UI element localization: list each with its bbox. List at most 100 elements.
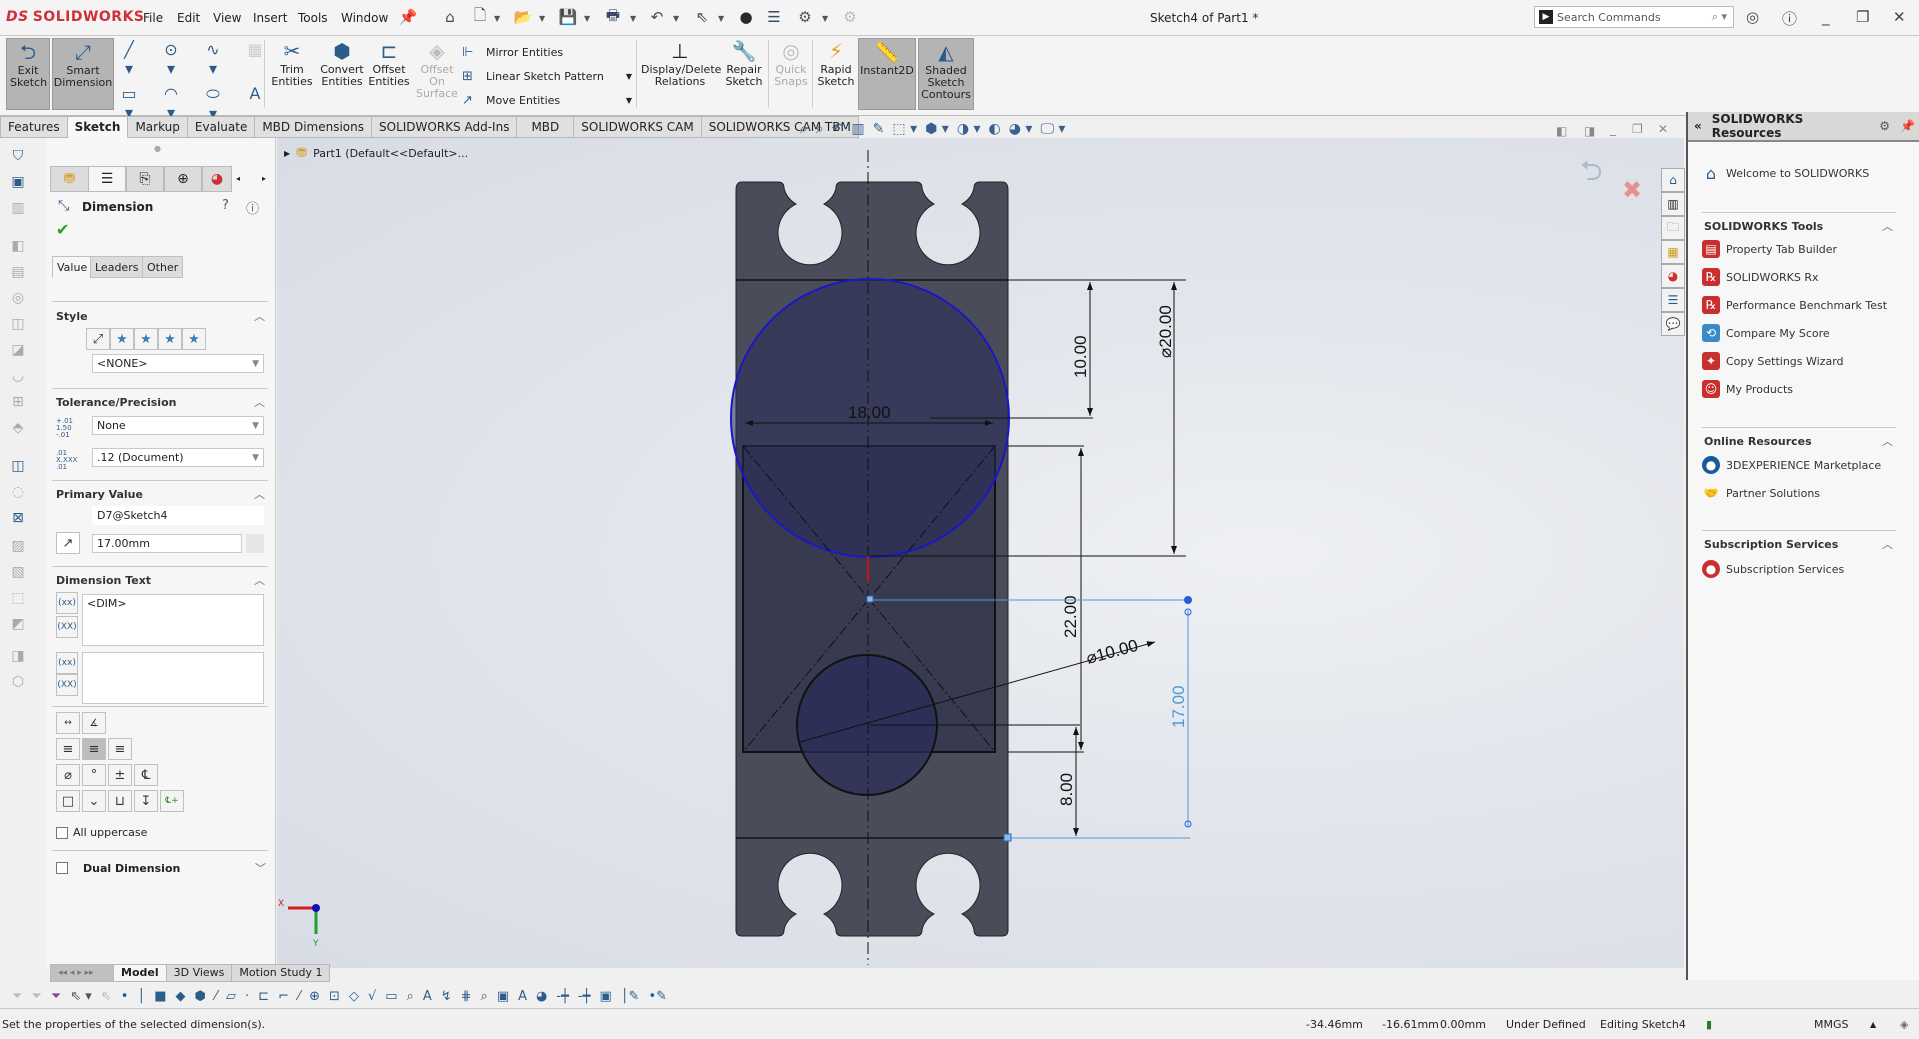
reference-geometry-icon[interactable]: ◫	[8, 458, 28, 478]
trim-entities-button[interactable]: ✂ Trim Entities	[270, 38, 314, 110]
expand-dual-dimension-icon[interactable]: ﹀	[255, 860, 266, 876]
value-spinner[interactable]	[246, 534, 264, 553]
appearances-icon[interactable]: ◕	[1661, 264, 1685, 288]
rebuild-status-icon[interactable]: ▮	[1706, 1018, 1712, 1031]
search-icon[interactable]: ⌕ ▾	[1712, 10, 1727, 24]
plane-tool-icon[interactable]: ▦	[246, 40, 264, 78]
menu-tools[interactable]: Tools	[298, 11, 328, 25]
add-parentheses-icon[interactable]: (xx)	[56, 652, 78, 674]
section-solidworks-tools[interactable]: SOLIDWORKS Tools	[1704, 220, 1823, 233]
zoom-to-fit-icon[interactable]: ⌕	[800, 121, 808, 137]
filter-routing-points-icon[interactable]: ◕	[536, 989, 547, 1004]
menu-view[interactable]: View	[213, 11, 241, 25]
file-explorer-icon[interactable]: 🗀	[1661, 216, 1685, 240]
instant3d-icon[interactable]: ⊠	[8, 510, 28, 530]
property-tab-builder-link[interactable]: ▤ Property Tab Builder	[1702, 240, 1837, 258]
feature-tree-flyout[interactable]: ▶ ⛃ Part1 (Default<<Default>...	[284, 146, 468, 161]
menu-edit[interactable]: Edit	[177, 11, 200, 25]
select-icon[interactable]: ⇖	[692, 7, 712, 27]
smart-dimension-button[interactable]: ⤢ Smart Dimension	[52, 38, 114, 110]
revolved-boss-icon[interactable]: ▣	[8, 174, 28, 194]
file-properties-icon[interactable]: ☰	[764, 7, 784, 27]
menu-window[interactable]: Window	[341, 11, 388, 25]
add-parentheses-icon[interactable]: (xx)	[56, 592, 78, 614]
exit-sketch-button[interactable]: ⮌ Exit Sketch	[6, 38, 50, 110]
addins-icon[interactable]: ⚙	[840, 7, 860, 27]
filter-midpoints-icon[interactable]: ⌐	[278, 989, 289, 1004]
dim-dist-bottom[interactable]: 8.00	[1057, 773, 1076, 806]
compare-my-score-link[interactable]: ⟲ Compare My Score	[1702, 324, 1830, 342]
view-settings-icon[interactable]: 🖵 ▾	[1040, 121, 1065, 137]
line-tool-icon[interactable]: ╱ ▾	[120, 40, 138, 78]
extruded-cut-icon[interactable]: ◧	[8, 238, 28, 258]
expand-arrow-icon[interactable]: ▶	[284, 149, 290, 158]
ok-checkmark-icon[interactable]: ✔	[56, 220, 69, 239]
filter-icon[interactable]: ⏷	[12, 989, 22, 1004]
new-document-icon[interactable]: 🗋	[470, 6, 490, 27]
zoom-to-area-icon[interactable]: ⌕	[816, 121, 824, 137]
center-dimension-icon[interactable]: ↔	[56, 712, 80, 734]
collapse-style-icon[interactable]: ︿	[254, 308, 265, 324]
settings-gear-icon[interactable]: ⚙	[1879, 119, 1890, 133]
collapse-primary-value-icon[interactable]: ︿	[254, 486, 265, 502]
mirror-entities-button[interactable]: ⊩ Mirror Entities	[462, 40, 632, 64]
dimension-name-field[interactable]: D7@Sketch4	[92, 506, 264, 525]
section-online-resources[interactable]: Online Resources	[1704, 435, 1812, 448]
display-style-icon[interactable]: ⬢ ▾	[925, 121, 949, 137]
print-icon[interactable]: 🖶	[603, 6, 623, 27]
select-other-icon[interactable]: ⇖	[101, 989, 112, 1004]
pin-icon[interactable]: 📌	[1900, 119, 1915, 133]
tab-dimxpert[interactable]: ⊕	[164, 166, 202, 192]
filter-datum-features-icon[interactable]: ⌕	[407, 989, 414, 1004]
search-commands-input[interactable]: ▶ Search Commands ⌕ ▾	[1534, 6, 1734, 28]
quick-snaps-button[interactable]: ◎ Quick Snaps	[772, 38, 810, 110]
filter-dimensions-icon[interactable]: ⊡	[329, 989, 340, 1004]
filter-clear-icon[interactable]: ⏷	[31, 989, 41, 1004]
rapid-sketch-button[interactable]: ⚡ Rapid Sketch	[816, 38, 856, 110]
shaded-sketch-contours-button[interactable]: ◭ Shaded Sketch Contours	[918, 38, 974, 110]
section-subscription-services[interactable]: Subscription Services	[1704, 538, 1838, 551]
dual-dimension-section[interactable]: Dual Dimension ﹀	[56, 860, 266, 876]
save-caret-icon[interactable]: ▼	[584, 14, 590, 23]
filter-axes-icon[interactable]: ⁄	[215, 989, 217, 1004]
filter-blocks-icon[interactable]: ⌕	[481, 989, 488, 1004]
solidworks-rx-link[interactable]: ℞ SOLIDWORKS Rx	[1702, 268, 1819, 286]
options-gear-icon[interactable]: ⚙	[795, 7, 815, 27]
tab-3d-views[interactable]: 3D Views	[166, 964, 233, 982]
filter-faces-icon[interactable]: ■	[154, 989, 166, 1004]
tolerance-section-header[interactable]: Tolerance/Precision	[56, 396, 176, 409]
drag-handle[interactable]	[1184, 596, 1192, 604]
filter-centerlines-icon[interactable]: ⊕	[309, 989, 320, 1004]
filter-notes-icon[interactable]: ▭	[385, 989, 397, 1004]
apply-scene-icon[interactable]: ◕ ▾	[1009, 121, 1033, 137]
swept-cut-icon[interactable]: ◫	[8, 316, 28, 336]
dim-width[interactable]: 18.00	[848, 403, 891, 422]
filter-cosmetic-weld-icon[interactable]: •✎	[648, 989, 667, 1004]
tab-features[interactable]: Features	[0, 116, 68, 138]
surfaces-icon[interactable]: ◩	[8, 616, 28, 636]
open-caret-icon[interactable]: ▼	[539, 14, 545, 23]
my-products-link[interactable]: ☺ My Products	[1702, 380, 1793, 398]
tab-display-manager[interactable]: ◕	[202, 166, 232, 192]
help-icon[interactable]: ⓘ	[1782, 8, 1797, 29]
menu-insert[interactable]: Insert	[253, 11, 287, 25]
filter-center-marks-icon[interactable]: ⁄	[298, 989, 300, 1004]
forum-icon[interactable]: 💬	[1661, 312, 1685, 336]
lofted-cut-icon[interactable]: ◪	[8, 342, 28, 362]
extruded-boss-icon[interactable]: ⛉	[8, 148, 28, 168]
performance-benchmark-link[interactable]: ℞ Performance Benchmark Test	[1702, 296, 1887, 314]
viewport-restore-button[interactable]: ❐	[1632, 122, 1643, 136]
align-center-icon[interactable]: ≡	[82, 738, 106, 760]
tolerance-type-select[interactable]: None ▼	[92, 416, 264, 435]
rib-icon[interactable]: ⬘	[8, 420, 28, 440]
whats-new-icon[interactable]: ?	[222, 198, 229, 213]
custom-properties-icon[interactable]: ☰	[1661, 288, 1685, 312]
offset-on-surface-button[interactable]: ◈ Offset On Surface	[414, 38, 460, 110]
tab-sketch[interactable]: Sketch	[67, 116, 129, 138]
collapse-tolerance-icon[interactable]: ︿	[254, 394, 265, 410]
selected-endpoint[interactable]	[1003, 833, 1012, 842]
style-section-header[interactable]: Style	[56, 310, 88, 323]
filter-vertices-icon[interactable]: •	[121, 989, 129, 1004]
precision-select[interactable]: .12 (Document) ▼	[92, 448, 264, 467]
collapse-tools-icon[interactable]: ︿	[1882, 218, 1893, 234]
